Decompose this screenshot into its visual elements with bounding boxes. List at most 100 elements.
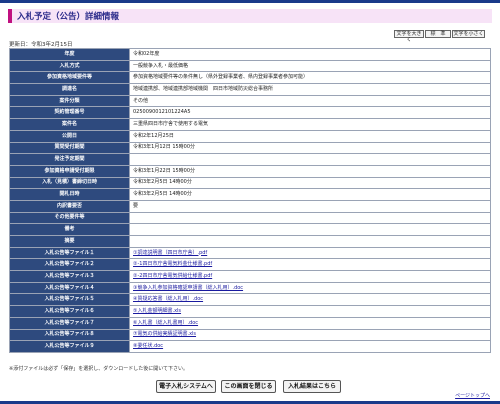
detail-row: 調達名 地域連携部、地域連携部地域機関 四日市地域防災総合事務所 [9,83,491,96]
detail-row: 入札公告等ファイル８ ⑦電気の供給実績証明書.xls [9,328,491,342]
row-label: 入札方式 [9,59,130,73]
row-value: 参加資格地域要件等の条件無し（県外登録事業者、県内登録事業者参加可能） [129,71,491,85]
row-value [129,153,491,166]
font-large-button[interactable]: 文字を大きく [394,30,424,43]
row-value: ②-2四日市庁舎電気供給仕様書.pdf [129,270,491,283]
row-value: 令和02年度 [129,48,491,61]
row-value: ⑦電気の供給実績証明書.xls [129,328,491,342]
detail-row: 年度 令和02年度 [9,48,491,61]
row-label: 案件分類 [9,94,130,108]
detail-table: 年度 令和02年度 入札方式 一般競争入札・最低価格 参加資格地域要件等 参加資格地域要件… [9,48,491,353]
row-value: 三重県四日市庁舎で使用する電気 [129,118,491,131]
row-value [129,211,491,225]
detail-row: 発注予定期間 [9,153,491,166]
attachment-link[interactable]: ②-2四日市庁舎電気供給仕様書.pdf [133,273,212,279]
page-top-link[interactable]: ページトップへ [455,392,490,399]
font-standard-button[interactable]: 標 準 [425,30,451,38]
detail-row: 入札公告等ファイル２ ②-1四日市庁舎電気料金仕様書.pdf [9,258,491,272]
bid-results-button[interactable]: 入札結果はこちら [283,380,341,393]
row-value: ②-1四日市庁舎電気料金仕様書.pdf [129,258,491,272]
row-label: 参加資格地域要件等 [9,71,130,85]
row-label: 入札公告等ファイル２ [9,258,130,272]
detail-row: 案件名 三重県四日市庁舎で使用する電気 [9,118,491,131]
row-value: ⑤入札金額明細書.xls [129,305,491,318]
attachment-link[interactable]: ⑥入札書（総入札書用）.doc [133,320,198,326]
detail-row: 入札公告等ファイル４ ③競争入札参加資格確認申請書（総入札用）.doc [9,281,491,295]
row-value: ③競争入札参加資格確認申請書（総入札用）.doc [129,281,491,295]
attachment-link[interactable]: ②-1四日市庁舎電気料金仕様書.pdf [133,261,212,267]
row-label: 年度 [9,48,130,61]
detail-row: 備考 [9,223,491,236]
attachment-link[interactable]: ⑦電気の供給実績証明書.xls [133,331,196,337]
row-value: 令和3年1月22日 15時00分 [129,164,491,178]
row-label: 入札公告等ファイル１ [9,246,130,260]
attachment-link[interactable]: ③競争入札参加資格確認申請書（総入札用）.doc [133,285,243,291]
row-label: 入札公告等ファイル７ [9,316,130,330]
row-value: ⑥入札書（総入札書用）.doc [129,316,491,330]
row-value: 令和3年1月12日 15時00分 [129,141,491,155]
row-label: 公開日 [9,129,130,143]
row-value: 令和3年2月5日 14時00分 [129,188,491,201]
attachment-link[interactable]: ①調達説明書（四日市庁舎）.pdf [133,250,207,256]
row-label: 入札公告等ファイル８ [9,328,130,342]
detail-row: 開札日時 令和3年2月5日 14時00分 [9,188,491,201]
detail-row: 入札公告等ファイル１ ①調達説明書（四日市庁舎）.pdf [9,246,491,260]
detail-row: 摘要 [9,235,491,248]
update-date: 更新日：令和3年2月15日 [9,42,73,48]
detail-row: 参加資格地域要件等 参加資格地域要件等の条件無し（県外登録事業者、県内登録事業者参… [9,71,491,85]
row-value: 令和2年12月25日 [129,129,491,143]
detail-row: その他要件等 [9,211,491,225]
detail-row: 入札公告等ファイル３ ②-2四日市庁舎電気供給仕様書.pdf [9,270,491,283]
row-value: ⑧委任状.doc [129,340,491,353]
row-label: 案件名 [9,118,130,131]
row-label: 入札公告等ファイル５ [9,293,130,307]
row-label: 摘要 [9,235,130,248]
detail-row: 契約管理番号 0250090012101224A5 [9,106,491,120]
detail-row: 入札（見積）書締切日時 令和3年2月5日 14時00分 [9,176,491,190]
row-label: 内訳書要否 [9,199,130,213]
page-title-bar: 入札予定（公告）詳細情報 [8,9,492,23]
row-value [129,235,491,248]
detail-row: 入札公告等ファイル６ ⑤入札金額明細書.xls [9,305,491,318]
row-value: 要 [129,199,491,213]
row-value: ①調達説明書（四日市庁舎）.pdf [129,246,491,260]
row-label: 入札公告等ファイル３ [9,270,130,283]
detail-row: 参加資格申請受付期限 令和3年1月22日 15時00分 [9,164,491,178]
row-label: 開札日時 [9,188,130,201]
row-label: 調達名 [9,83,130,96]
detail-row: 案件分類 その他 [9,94,491,108]
font-small-button[interactable]: 文字を小さく [452,30,485,38]
row-value: その他 [129,94,491,108]
row-label: 参加資格申請受付期限 [9,164,130,178]
page-title: 入札予定（公告）詳細情報 [17,12,120,22]
row-label: 入札公告等ファイル９ [9,340,130,353]
row-value: 令和3年2月5日 14時00分 [129,176,491,190]
detail-row: 入札方式 一般競争入札・最低価格 [9,59,491,73]
detail-row: 入札公告等ファイル７ ⑥入札書（総入札書用）.doc [9,316,491,330]
download-note: ※添付ファイルは必ず「保存」を選択し、ダウンロードした後に開いて下さい。 [9,366,189,372]
detail-row: 内訳書要否要 [9,199,491,213]
row-label: 質問受付期間 [9,141,130,155]
close-window-button[interactable]: この画面を閉じる [221,380,276,393]
e-bidding-system-button[interactable]: 電子入札システムへ [156,380,216,393]
row-label: 入札公告等ファイル６ [9,305,130,318]
detail-row: 質問受付期間 令和3年1月12日 15時00分 [9,141,491,155]
top-border [0,0,500,3]
row-label: 発注予定期間 [9,153,130,166]
row-value [129,223,491,236]
detail-row: 入札公告等ファイル９ ⑧委任状.doc [9,340,491,353]
attachment-link[interactable]: ⑤入札金額明細書.xls [133,308,181,314]
attachment-link[interactable]: ④質疑応答書（総入札用）.doc [133,296,203,302]
row-label: 入札（見積）書締切日時 [9,176,130,190]
row-label: 契約管理番号 [9,106,130,120]
row-value: 一般競争入札・最低価格 [129,59,491,73]
attachment-link[interactable]: ⑧委任状.doc [133,343,163,349]
row-value: 0250090012101224A5 [129,106,491,120]
detail-row: 公開日 令和2年12月25日 [9,129,491,143]
row-label: 備考 [9,223,130,236]
detail-row: 入札公告等ファイル５ ④質疑応答書（総入札用）.doc [9,293,491,307]
row-value: ④質疑応答書（総入札用）.doc [129,293,491,307]
row-value: 地域連携部、地域連携部地域機関 四日市地域防災総合事務所 [129,83,491,96]
row-label: その他要件等 [9,211,130,225]
row-label: 入札公告等ファイル４ [9,281,130,295]
